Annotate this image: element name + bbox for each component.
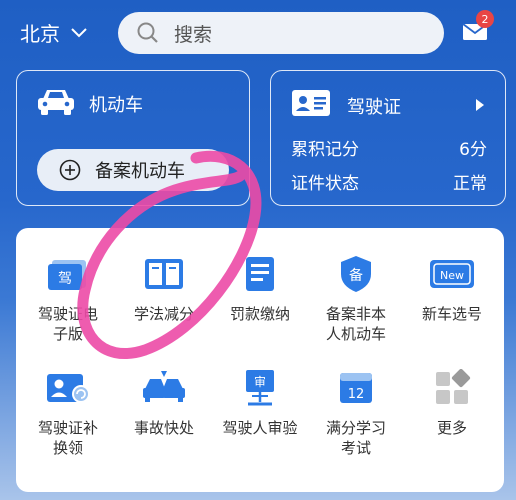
car-icon [38, 90, 74, 115]
search-placeholder: 搜索 [174, 23, 213, 46]
accident-icon [143, 371, 185, 402]
review-glyph: 审 [254, 374, 266, 389]
new-plate-glyph: New [440, 269, 464, 282]
shield-glyph: 备 [349, 267, 363, 284]
service-label: 罚款缴纳 [229, 305, 290, 323]
service-label: 驾驶人审验 [222, 419, 298, 437]
status-row: 证件状态 正常 [291, 169, 487, 194]
service-label-2: 考试 [340, 439, 371, 457]
service-pay-fines[interactable]: 罚款缴纳 [212, 254, 308, 324]
service-accident-quick[interactable]: 事故快处 [116, 368, 212, 438]
service-label: 更多 [436, 419, 467, 437]
service-full-points-exam[interactable]: 12 满分学习考试 [308, 368, 404, 458]
service-label-2: 换领 [52, 439, 83, 457]
license-title: 驾驶证 [347, 97, 401, 118]
new-plate-icon: New [430, 260, 474, 288]
points-row: 累积记分 6分 [291, 135, 487, 160]
notification-badge: 2 [476, 10, 494, 28]
e-license-icon: 驾 [48, 260, 86, 290]
top-bar: 北京 搜索 2 [0, 0, 516, 66]
service-label: 驾驶证补 [37, 419, 98, 437]
search-icon [137, 22, 158, 43]
chevron-right-icon[interactable] [475, 99, 485, 111]
shield-icon: 备 [341, 256, 371, 292]
points-value: 6分 [459, 140, 487, 160]
vehicle-card[interactable]: 机动车 备案机动车 [16, 70, 250, 206]
service-label: 驾驶证电 [37, 305, 98, 323]
search-input[interactable]: 搜索 [118, 12, 444, 54]
book-icon [145, 259, 183, 289]
services-panel: 驾 驾驶证电 子版 学法减分 罚款缴纳 备 备案非本 人机动车 New 新车选号… [16, 228, 504, 492]
service-label: 满分学习 [325, 419, 386, 437]
service-label: 学法减分 [133, 305, 194, 323]
service-label: 备案非本 [325, 305, 386, 323]
city-label: 北京 [20, 22, 60, 46]
plus-circle-icon [59, 159, 81, 181]
chevron-down-icon [71, 27, 87, 37]
service-label: 事故快处 [133, 419, 194, 437]
service-license-renew[interactable]: 驾驶证补 换领 [20, 368, 116, 458]
service-new-plate[interactable]: New 新车选号 [404, 254, 500, 324]
fine-icon [246, 257, 274, 291]
license-renew-icon [47, 374, 90, 403]
register-vehicle-label: 备案机动车 [95, 161, 185, 182]
service-more[interactable]: 更多 [404, 368, 500, 438]
register-vehicle-button[interactable]: 备案机动车 [37, 149, 229, 191]
points-label: 累积记分 [291, 140, 359, 160]
status-value: 正常 [453, 174, 487, 194]
service-label-2: 人机动车 [325, 325, 386, 343]
city-selector[interactable]: 北京 [20, 18, 88, 47]
license-id-icon [292, 90, 330, 116]
service-study-reduce-points[interactable]: 学法减分 [116, 254, 212, 324]
exam-icon: 12 [340, 373, 372, 403]
service-label: 新车选号 [421, 305, 482, 323]
more-icon [436, 369, 471, 404]
service-label-2: 子版 [52, 325, 83, 343]
exam-glyph: 12 [348, 387, 365, 402]
e-license-glyph: 驾 [58, 271, 72, 287]
service-register-others-vehicle[interactable]: 备 备案非本人机动车 [308, 254, 404, 344]
driver-review-icon: 审 [246, 370, 274, 406]
license-card[interactable]: 驾驶证 累积记分 6分 证件状态 正常 [270, 70, 506, 206]
vehicle-title: 机动车 [89, 95, 143, 116]
status-label: 证件状态 [291, 174, 359, 194]
service-driver-review[interactable]: 审 驾驶人审验 [212, 368, 308, 438]
service-e-license[interactable]: 驾 驾驶证电 子版 [20, 254, 116, 344]
